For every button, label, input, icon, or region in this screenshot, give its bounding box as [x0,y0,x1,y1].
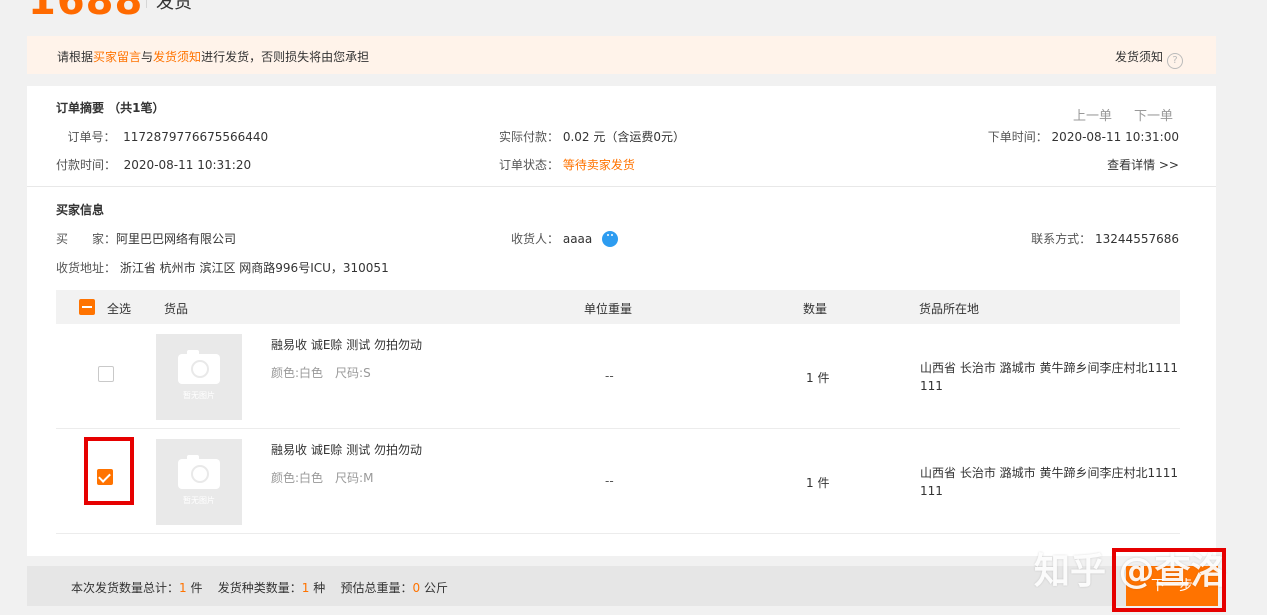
weight-label: 预估总重量： [340,581,413,595]
actual-payment-value: 0.02 元（含运费0元） [562,130,686,144]
order-time: 下单时间： 2020-08-11 10:31:00 [988,128,1179,145]
weight-unit: 公斤 [420,581,448,595]
select-all-label[interactable]: 全选 [107,300,131,317]
product-spec: 颜色:白色 尺码:S [271,366,371,380]
receiver: 收货人： aaaa [511,230,619,247]
product-name[interactable]: 融易收 诚E赊 测试 勿拍勿动 [271,441,422,458]
chat-icon[interactable] [602,231,619,247]
camera-icon [178,350,220,384]
section-divider [27,186,1216,187]
buyer-label: 买 家： [56,232,117,246]
payment-time: 付款时间： 2020-08-11 10:31:20 [56,156,251,173]
order-status: 订单状态： 等待卖家发货 [499,156,635,173]
contact: 联系方式： 13244557686 [1031,230,1179,247]
help-icon[interactable]: ? [1167,53,1183,69]
quantity: 1 件 [806,371,830,385]
col-goods: 货品 [164,302,189,316]
contact-value: 13244557686 [1095,232,1179,246]
total-unit: 件 [186,581,203,595]
notice-prefix: 请根据 [57,50,94,64]
product-spec: 颜色:白色 尺码:M [271,471,374,485]
notice-text: 请根据买家留言与发货须知进行发货，否则损失将由您承担 [57,48,369,65]
goods-location: 山西省 长治市 潞城市 黄牛蹄乡间李庄村北1111111 [920,361,1178,393]
kinds-label: 发货种类数量： [217,581,302,595]
weight-value: 0 [412,581,421,595]
page-title: 发货 [156,0,192,13]
order-summary-title: 订单摘要 （共1笔） [56,101,165,115]
buyer-name: 买 家：阿里巴巴网络有限公司 [56,230,236,247]
row-checkbox[interactable] [98,366,114,382]
buyer-info-title: 买家信息 [56,203,105,217]
col-quantity: 数量 [803,302,828,316]
order-status-value: 等待卖家发货 [562,158,635,172]
table-row: 暂无图片 融易收 诚E赊 测试 勿拍勿动 颜色:白色 尺码:M -- 1 件 山… [27,429,1216,533]
receiver-value: aaaa [562,232,593,246]
shipping-rules-help[interactable]: 发货须知? [1115,48,1183,69]
shipping-rules-label: 发货须知 [1114,50,1163,64]
no-image-caption: 暂无图片 [183,496,215,505]
order-number: 订单号： 1172879776675566440 [56,128,268,145]
prev-order-link[interactable]: 上一单 [1073,105,1112,124]
logo[interactable]: 1688 [28,0,143,24]
address-value: 浙江省 杭州市 滨江区 网商路996号ICU，310051 [119,261,389,275]
buyer-value: 阿里巴巴网络有限公司 [116,232,237,246]
order-number-value: 1172879776675566440 [123,130,269,144]
quantity: 1 件 [806,476,830,490]
goods-location: 山西省 长治市 潞城市 黄牛蹄乡间李庄村北1111111 [920,466,1178,498]
no-image-caption: 暂无图片 [183,391,215,400]
total-label: 本次发货数量总计： [71,581,180,595]
unit-weight: -- [605,369,614,383]
view-details-link[interactable]: 查看详情 >> [1107,156,1179,173]
notice-mid: 与 [141,50,154,64]
unit-weight: -- [605,474,614,488]
next-order-link[interactable]: 下一单 [1134,105,1173,124]
order-status-label: 订单状态： [499,158,560,172]
receiver-label: 收货人： [511,232,560,246]
notice-suffix: 进行发货，否则损失将由您承担 [201,50,370,64]
actual-payment-label: 实际付款： [499,130,560,144]
total-value: 1 [179,581,187,595]
buyer-message-link[interactable]: 买家留言 [93,50,141,64]
address-label: 收货地址： [56,261,117,275]
shipping-address: 收货地址： 浙江省 杭州市 滨江区 网商路996号ICU，310051 [56,259,389,276]
notice-bar: 请根据买家留言与发货须知进行发货，否则损失将由您承担 发货须知? [27,36,1216,74]
actual-payment: 实际付款： 0.02 元（含运费0元） [499,128,685,145]
kinds-unit: 种 [309,581,326,595]
shipping-rules-link[interactable]: 发货须知 [153,50,201,64]
order-time-label: 下单时间： [987,130,1048,144]
table-row: 暂无图片 融易收 诚E赊 测试 勿拍勿动 颜色:白色 尺码:S -- 1 件 山… [27,324,1216,428]
checkbox-highlight [84,437,134,505]
payment-time-value: 2020-08-11 10:31:20 [123,158,252,172]
camera-icon [178,455,220,489]
col-unit-weight: 单位重量 [584,302,633,316]
payment-time-label: 付款时间： [56,158,117,172]
button-highlight [1112,548,1226,612]
logo-divider [146,0,147,8]
product-name[interactable]: 融易收 诚E赊 测试 勿拍勿动 [271,336,422,353]
table-header: 全选 货品 单位重量 数量 货品所在地 [56,290,1180,324]
row-divider [56,533,1180,534]
contact-label: 联系方式： [1031,232,1092,246]
product-image: 暂无图片 [156,439,242,525]
order-card: 订单摘要 （共1笔） 上一单 下一单 订单号： 1172879776675566… [27,86,1216,556]
product-image: 暂无图片 [156,334,242,420]
order-number-label: 订单号： [67,130,116,144]
order-time-value: 2020-08-11 10:31:00 [1051,130,1179,144]
select-all-checkbox[interactable] [79,299,95,315]
col-location: 货品所在地 [919,302,980,316]
shipping-summary: 本次发货数量总计：1 件 发货种类数量：1 种 预估总重量：0 公斤 [71,579,448,596]
